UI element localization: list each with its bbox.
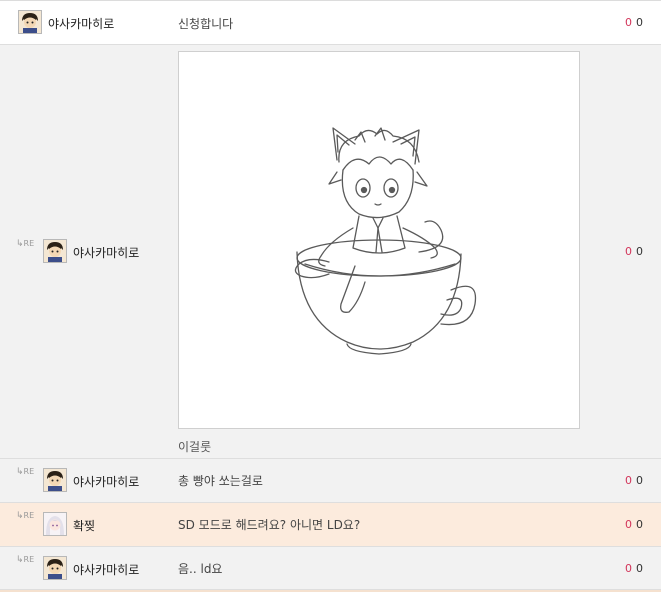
comment-row: 야사카마히로 신청합니다 00 [0,1,661,45]
comment-author[interactable]: 야사카마히로 [48,15,114,32]
attached-image[interactable] [178,51,580,429]
reply-label: RE [23,555,35,564]
comment-text: 총 빵야 쏘는걸로 [178,474,263,488]
vote-down-count[interactable]: 0 [636,474,643,487]
vote-counts: 00 [625,474,643,487]
reply-arrow-icon: ↳ [16,555,24,565]
reply-label: RE [23,239,35,248]
chibi-cat-in-teacup-sketch [294,127,477,355]
reply-marker: ↳RE [16,511,34,521]
comment-author[interactable]: 야사카마히로 [73,561,139,578]
comment-row: ↳RE 야사카마히로 총 빵야 쏘는걸로 00 [0,459,661,503]
avatar[interactable] [43,468,67,492]
reply-marker: ↳RE [16,555,34,565]
comment-row: ↳RE 야사카마히로 음.. ld요 00 [0,547,661,590]
vote-up-count[interactable]: 0 [625,518,632,531]
vote-counts: 00 [625,245,643,258]
reply-label: RE [23,467,35,476]
avatar[interactable] [18,10,42,34]
avatar-boy-icon [44,240,66,262]
vote-counts: 00 [625,562,643,575]
image-caption: 이걸룻 [178,440,212,454]
vote-up-count[interactable]: 0 [625,16,632,29]
vote-up-count[interactable]: 0 [625,245,632,258]
vote-down-count[interactable]: 0 [636,245,643,258]
comment-text: 음.. ld요 [178,562,223,576]
comment-board: 야사카마히로 신청합니다 00 ↳RE 야사카마히로 이걸룻 0 0 ↳RE 야… [0,0,661,592]
vote-up-count[interactable]: 0 [625,474,632,487]
avatar[interactable] [43,556,67,580]
reply-marker: ↳RE [16,239,34,249]
comment-text: SD 모드로 해드려요? 아니면 LD요? [178,518,361,532]
comment-author[interactable]: 야사카마히로 [73,244,139,261]
reply-arrow-icon: ↳ [16,239,24,249]
avatar-boy-icon [19,11,41,33]
avatar[interactable] [43,512,67,536]
reply-marker: ↳RE [16,467,34,477]
vote-counts: 00 [625,16,643,29]
vote-down-count[interactable]: 0 [636,16,643,29]
comment-row: ↳RE 야사카마히로 이걸룻 0 0 [0,45,661,459]
reply-arrow-icon: ↳ [16,467,24,477]
reply-arrow-icon: ↳ [16,511,24,521]
reply-label: RE [23,511,35,520]
avatar-boy-icon [44,557,66,579]
vote-counts: 00 [625,518,643,531]
vote-up-count[interactable]: 0 [625,562,632,575]
comment-text: 신청합니다 [178,17,234,31]
comment-author[interactable]: 야사카마히로 [73,473,139,490]
avatar-boy-icon [44,469,66,491]
avatar-girl-icon [44,513,66,535]
avatar[interactable] [43,239,67,263]
vote-down-count[interactable]: 0 [636,518,643,531]
comment-author[interactable]: 확찢 [73,517,95,534]
vote-down-count[interactable]: 0 [636,562,643,575]
comment-row-highlighted: ↳RE 확찢 SD 모드로 해드려요? 아니면 LD요? 00 [0,503,661,547]
